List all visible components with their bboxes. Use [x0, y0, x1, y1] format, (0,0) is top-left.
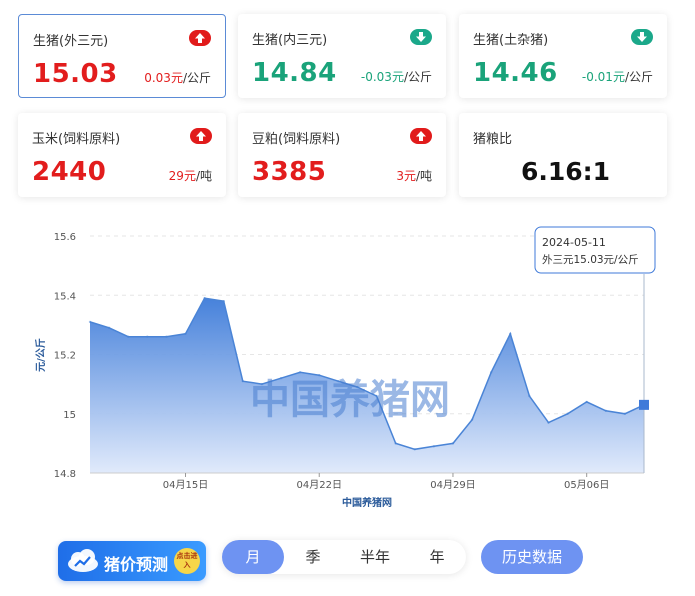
y-tick-label: 15.6	[54, 232, 76, 243]
card-change: 3元	[396, 169, 416, 183]
card-unit: /公斤	[182, 71, 211, 85]
card-unit: /吨	[415, 169, 432, 183]
y-tick-label: 15.2	[54, 351, 76, 362]
period-tabs: 月 季 半年 年	[222, 540, 466, 574]
card-pig-tuzazhu[interactable]: 生猪(土杂猪) 14.46 -0.01元/公斤	[459, 14, 667, 98]
data-point	[432, 445, 436, 448]
tooltip-box	[534, 226, 656, 274]
card-unit: /公斤	[403, 70, 432, 84]
data-point	[394, 442, 397, 445]
card-title: 豆粕(饲料原料)	[252, 132, 341, 147]
card-change: 0.03元	[144, 71, 183, 85]
card-price: 14.84	[252, 58, 337, 88]
data-point	[547, 421, 550, 424]
tooltip-date: 2024-05-11	[542, 236, 606, 249]
data-point	[88, 320, 92, 324]
card-title: 猪粮比	[473, 132, 513, 147]
data-point	[146, 335, 149, 338]
tab-year[interactable]: 年	[408, 540, 466, 574]
arrow-up-icon	[190, 128, 212, 144]
card-pig-neisanyuan[interactable]: 生猪(内三元) 14.84 -0.03元/公斤	[238, 14, 446, 98]
y-tick-label: 14.8	[54, 469, 76, 480]
data-point	[165, 335, 168, 338]
card-change: -0.01元	[581, 70, 625, 84]
x-tick-label: 05月06日	[564, 479, 609, 491]
cloud-icon	[66, 548, 100, 578]
y-tick-label: 15	[63, 410, 76, 421]
card-price: 6.16:1	[521, 157, 611, 186]
watermark-text: 中国养猪网	[250, 377, 450, 423]
card-price: 14.46	[473, 58, 558, 88]
forecast-label: 猪价预测	[104, 555, 169, 574]
price-forecast-button[interactable]: 猪价预测 点击进入	[58, 541, 206, 581]
data-point	[184, 332, 187, 335]
card-price: 2440	[32, 157, 107, 187]
data-point	[203, 297, 206, 300]
data-point	[298, 371, 302, 374]
last-point-marker	[639, 399, 649, 410]
history-data-button[interactable]: 历史数据	[481, 540, 583, 574]
data-point	[241, 379, 245, 383]
data-point	[585, 400, 588, 404]
card-corn[interactable]: 玉米(饲料原料) 2440 29元/吨	[18, 113, 226, 197]
card-pig-grain-ratio[interactable]: 猪粮比 6.16:1	[459, 113, 667, 197]
data-point	[489, 371, 493, 374]
enter-badge[interactable]: 点击进入	[174, 548, 200, 574]
arrow-up-icon	[410, 128, 432, 144]
data-point	[470, 418, 474, 421]
tooltip-value: 外三元15.03元/公斤	[542, 254, 639, 266]
data-point	[107, 326, 111, 330]
card-title: 生猪(土杂猪)	[473, 33, 549, 48]
card-title: 生猪(外三元)	[33, 34, 109, 49]
data-point	[604, 409, 607, 412]
card-pig-waisanyuan[interactable]: 生猪(外三元) 15.03 0.03元/公斤	[18, 14, 226, 98]
y-axis-label: 元/公斤	[34, 338, 47, 372]
card-unit: /公斤	[624, 70, 653, 84]
card-soybean-meal[interactable]: 豆粕(饲料原料) 3385 3元/吨	[238, 113, 446, 197]
price-chart[interactable]: 15.6 15.4 15.2 15 14.8 04月15日 04月22日 04月29日 05月0…	[0, 205, 695, 515]
tab-quarter[interactable]: 季	[284, 540, 342, 574]
tab-month[interactable]: 月	[222, 540, 284, 574]
card-change: 29元	[168, 169, 196, 183]
data-point	[623, 412, 627, 415]
x-tick-label: 04月29日	[430, 479, 475, 491]
data-point	[222, 299, 225, 303]
card-price: 3385	[252, 157, 327, 187]
tab-half-year[interactable]: 半年	[342, 540, 408, 574]
data-point	[451, 442, 455, 445]
arrow-down-icon	[631, 29, 653, 45]
arrow-up-icon	[189, 30, 211, 46]
data-point	[566, 412, 569, 415]
card-change: -0.03元	[360, 70, 404, 84]
card-unit: /吨	[195, 169, 212, 183]
x-axis-label: 中国养猪网	[342, 496, 392, 509]
data-point	[127, 335, 130, 338]
card-title: 玉米(饲料原料)	[32, 132, 121, 147]
card-price: 15.03	[33, 59, 118, 89]
data-point	[413, 448, 416, 451]
data-point	[528, 394, 531, 398]
card-title: 生猪(内三元)	[252, 33, 328, 48]
x-tick-label: 04月22日	[297, 479, 342, 491]
y-tick-label: 15.4	[54, 291, 76, 302]
x-tick-label: 04月15日	[163, 479, 208, 491]
arrow-down-icon	[410, 29, 432, 45]
data-point	[509, 332, 512, 335]
